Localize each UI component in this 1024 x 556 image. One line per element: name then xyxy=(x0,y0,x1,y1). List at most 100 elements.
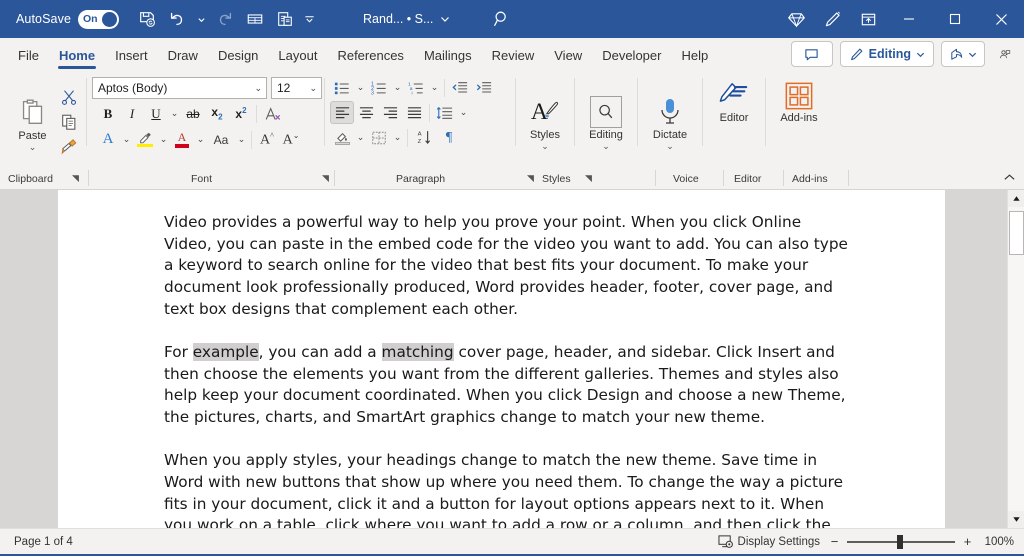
comments-button[interactable] xyxy=(791,41,833,67)
line-spacing-button[interactable] xyxy=(433,101,457,124)
tab-file[interactable]: File xyxy=(8,40,49,71)
shading-button[interactable] xyxy=(330,126,354,149)
zoom-out-button[interactable]: − xyxy=(829,534,840,549)
clear-formatting-button[interactable] xyxy=(260,102,284,125)
tab-references[interactable]: References xyxy=(327,40,413,71)
paragraph-dialog-launcher[interactable]: ◥ xyxy=(527,173,534,184)
shading-dropdown-icon[interactable]: ⌄ xyxy=(354,126,367,149)
highlight-dropdown-icon[interactable]: ⌄ xyxy=(157,128,170,151)
editing-button[interactable]: Editing ⌄ xyxy=(580,94,632,150)
collapse-ribbon-icon[interactable] xyxy=(1003,171,1016,189)
text-effects-dropdown-icon[interactable]: ⌄ xyxy=(120,128,133,151)
font-dialog-launcher[interactable]: ◥ xyxy=(322,173,329,184)
people-share-icon[interactable] xyxy=(992,41,1018,67)
decrease-indent-button[interactable] xyxy=(448,76,472,99)
editor-button[interactable]: Editor xyxy=(708,79,760,124)
zoom-in-button[interactable]: + xyxy=(962,534,973,549)
document-page[interactable]: Video provides a powerful way to help yo… xyxy=(58,190,945,528)
tab-insert[interactable]: Insert xyxy=(105,40,158,71)
scroll-thumb[interactable] xyxy=(1009,211,1024,255)
tab-layout[interactable]: Layout xyxy=(268,40,327,71)
page-info[interactable]: Page 1 of 4 xyxy=(14,536,73,548)
tab-developer[interactable]: Developer xyxy=(592,40,671,71)
table-icon[interactable] xyxy=(241,5,269,33)
diamond-icon[interactable] xyxy=(778,0,814,38)
grow-font-button[interactable]: A^ xyxy=(255,128,279,151)
editing-dropdown-icon[interactable]: ⌄ xyxy=(602,142,610,150)
dictate-dropdown-icon[interactable]: ⌄ xyxy=(666,142,674,150)
align-right-button[interactable] xyxy=(378,101,402,124)
editing-mode-button[interactable]: Editing xyxy=(840,41,934,67)
show-formatting-marks-button[interactable]: ¶ xyxy=(437,126,461,149)
clipboard-dialog-launcher[interactable]: ◥ xyxy=(72,173,79,184)
line-spacing-dropdown-icon[interactable]: ⌄ xyxy=(457,101,470,124)
close-icon[interactable] xyxy=(978,0,1024,38)
vertical-scrollbar[interactable] xyxy=(1007,190,1024,528)
paste-special-icon[interactable] xyxy=(271,5,299,33)
document-text[interactable]: Video provides a powerful way to help yo… xyxy=(164,212,852,528)
borders-dropdown-icon[interactable]: ⌄ xyxy=(391,126,404,149)
share-button[interactable] xyxy=(941,41,985,67)
scroll-up-icon[interactable] xyxy=(1008,190,1024,207)
qat-more-icon[interactable] xyxy=(301,5,317,33)
shrink-font-button[interactable]: A⌄ xyxy=(279,128,303,151)
bullets-dropdown-icon[interactable]: ⌄ xyxy=(354,76,367,99)
borders-button[interactable] xyxy=(367,126,391,149)
justify-button[interactable] xyxy=(402,101,426,124)
tab-draw[interactable]: Draw xyxy=(158,40,208,71)
underline-button[interactable]: U xyxy=(144,102,168,125)
text-effects-button[interactable]: A xyxy=(96,128,120,151)
styles-dialog-launcher[interactable]: ◥ xyxy=(585,173,592,184)
tab-help[interactable]: Help xyxy=(671,40,718,71)
tab-design[interactable]: Design xyxy=(208,40,268,71)
bullets-button[interactable] xyxy=(330,76,354,99)
chevron-down-icon[interactable]: ⌄ xyxy=(309,83,317,94)
document-title[interactable]: Rand... • S... xyxy=(363,12,450,26)
strikethrough-button[interactable]: ab xyxy=(181,102,205,125)
paste-dropdown-icon[interactable]: ⌄ xyxy=(29,143,37,151)
subscript-button[interactable]: x2 xyxy=(205,102,229,125)
change-case-dropdown-icon[interactable]: ⌄ xyxy=(235,128,248,151)
bold-button[interactable]: B xyxy=(96,102,120,125)
undo-icon[interactable] xyxy=(163,5,191,33)
multilevel-list-dropdown-icon[interactable]: ⌄ xyxy=(428,76,441,99)
font-size-input[interactable]: 12 ⌄ xyxy=(271,77,322,99)
styles-dropdown-icon[interactable]: ⌄ xyxy=(541,142,549,150)
font-color-dropdown-icon[interactable]: ⌄ xyxy=(194,128,207,151)
highlight-color-button[interactable] xyxy=(133,128,157,151)
zoom-slider[interactable] xyxy=(847,541,955,543)
underline-dropdown-icon[interactable]: ⌄ xyxy=(168,102,181,125)
undo-dropdown-icon[interactable] xyxy=(193,5,209,33)
paste-button[interactable]: Paste ⌄ xyxy=(9,93,56,151)
superscript-button[interactable]: x2 xyxy=(229,102,253,125)
sort-button[interactable]: AZ xyxy=(411,126,437,149)
redo-icon[interactable] xyxy=(211,5,239,33)
numbering-button[interactable]: 123 xyxy=(367,76,391,99)
copy-button[interactable] xyxy=(57,110,81,133)
display-settings-button[interactable]: Display Settings xyxy=(718,534,820,549)
tab-home[interactable]: Home xyxy=(49,40,105,71)
save-icon[interactable] xyxy=(133,5,161,33)
cut-button[interactable] xyxy=(57,85,81,108)
zoom-level-label[interactable]: 100% xyxy=(980,536,1014,548)
align-left-button[interactable] xyxy=(330,101,354,124)
zoom-slider-thumb[interactable] xyxy=(897,535,903,549)
autosave-toggle[interactable]: On xyxy=(78,10,119,29)
tab-view[interactable]: View xyxy=(544,40,592,71)
styles-button[interactable]: A Styles ⌄ xyxy=(521,93,569,150)
minimize-icon[interactable] xyxy=(886,0,932,38)
multilevel-list-button[interactable]: 1ai xyxy=(404,76,428,99)
change-case-button[interactable]: Aa xyxy=(207,128,235,151)
dictate-button[interactable]: Dictate ⌄ xyxy=(644,94,696,150)
chevron-down-icon[interactable]: ⌄ xyxy=(254,83,262,94)
search-icon[interactable] xyxy=(492,9,512,29)
scroll-down-icon[interactable] xyxy=(1008,511,1024,528)
maximize-icon[interactable] xyxy=(932,0,978,38)
numbering-dropdown-icon[interactable]: ⌄ xyxy=(391,76,404,99)
tab-mailings[interactable]: Mailings xyxy=(414,40,482,71)
font-name-input[interactable]: Aptos (Body) ⌄ xyxy=(92,77,267,99)
pen-icon[interactable] xyxy=(814,0,850,38)
addins-button[interactable]: Add-ins xyxy=(771,79,827,124)
present-icon[interactable] xyxy=(850,0,886,38)
align-center-button[interactable] xyxy=(354,101,378,124)
